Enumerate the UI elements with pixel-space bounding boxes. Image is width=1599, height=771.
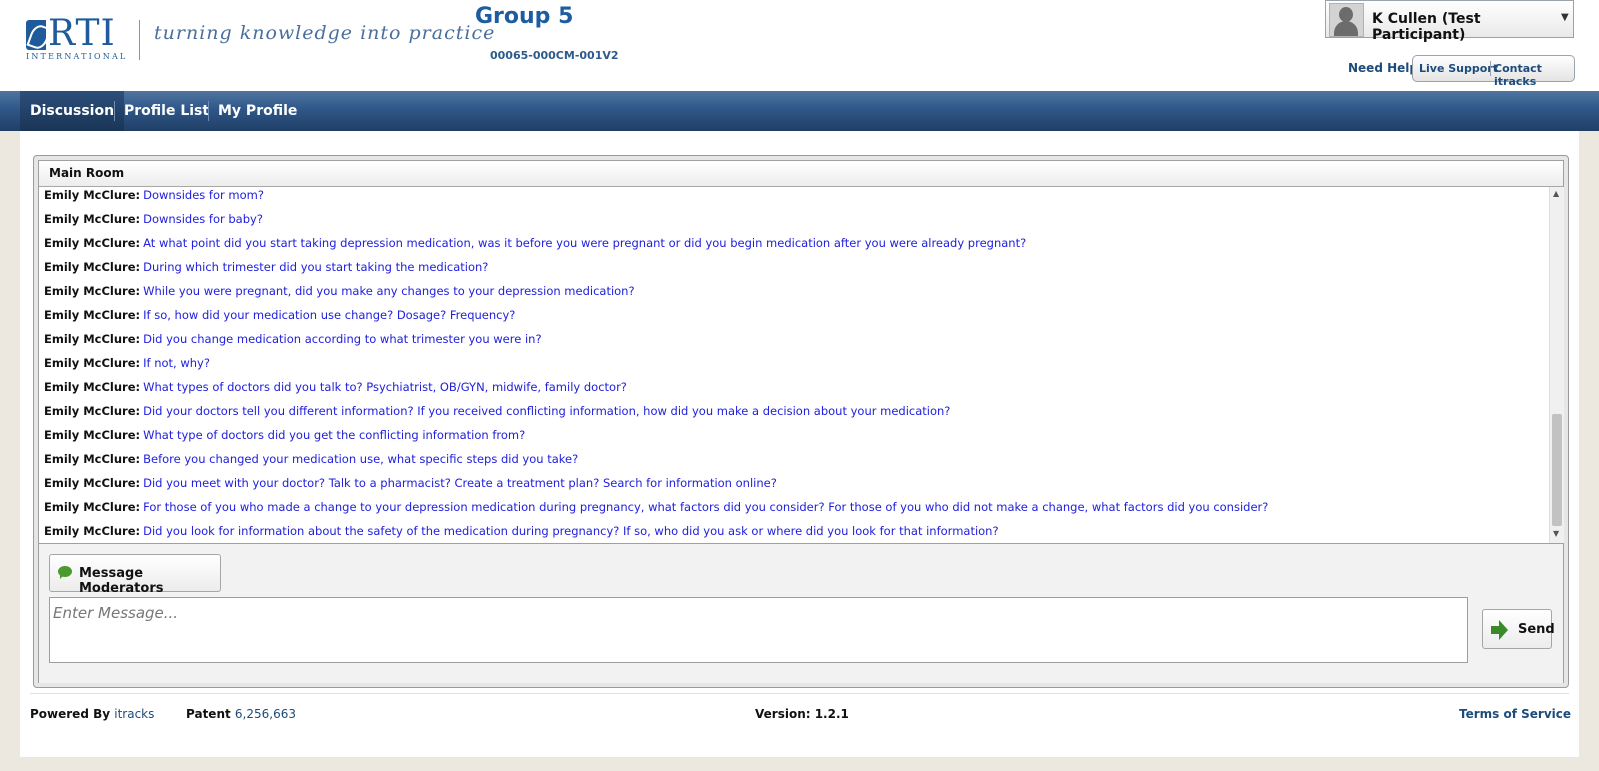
main-navigation: Discussion Profile List My Profile [0, 91, 1599, 131]
contact-itracks-link[interactable]: Contact itracks [1494, 62, 1574, 88]
message-author: Emily McClure: [44, 404, 141, 418]
message-author: Emily McClure: [44, 380, 141, 394]
message-row: Emily McClure: Downsides for baby? [44, 209, 263, 229]
main-content: Main Room Emily McClure: Downsides for mo… [20, 131, 1579, 757]
message-author: Emily McClure: [44, 308, 141, 322]
group-title: Group 5 [475, 4, 574, 29]
message-row: Emily McClure: For those of you who made … [44, 497, 1268, 517]
help-links: Live Support Contact itracks [1412, 55, 1575, 88]
scroll-down-arrow-icon[interactable]: ▼ [1553, 529, 1559, 538]
message-author: Emily McClure: [44, 452, 141, 466]
live-support-link[interactable]: Live Support [1419, 62, 1498, 75]
chat-room: Main Room Emily McClure: Downsides for mo… [38, 160, 1564, 683]
message-author: Emily McClure: [44, 356, 141, 370]
message-row: Emily McClure: Did your doctors tell you … [44, 401, 950, 421]
message-text: Before you changed your medication use, … [143, 452, 579, 466]
room-header: Main Room [39, 161, 1563, 187]
message-text: At what point did you start taking depre… [143, 236, 1027, 250]
patent-label: Patent [186, 707, 231, 721]
help-divider [1490, 61, 1491, 76]
message-author: Emily McClure: [44, 212, 141, 226]
message-text: During which trimester did you start tak… [143, 260, 489, 274]
message-text: What types of doctors did you talk to? P… [143, 380, 627, 394]
message-row: Emily McClure: Did you look for informati… [44, 521, 999, 541]
scroll-up-arrow-icon[interactable]: ▲ [1553, 189, 1559, 198]
patent: Patent 6,256,663 [186, 707, 296, 721]
logo-text: RTI [48, 13, 116, 54]
compose-area: Message Moderators Send [39, 543, 1563, 683]
message-row: Emily McClure: Before you changed your me… [44, 449, 578, 469]
user-menu-button[interactable]: K Cullen (Test Participant) ▼ [1325, 0, 1574, 43]
logo-subtext: INTERNATIONAL [26, 52, 128, 61]
rti-logo[interactable]: RTI INTERNATIONAL [26, 14, 128, 62]
message-author: Emily McClure: [44, 236, 141, 250]
message-row: Emily McClure: While you were pregnant, d… [44, 281, 635, 301]
message-row: Emily McClure: What types of doctors did … [44, 377, 627, 397]
message-author: Emily McClure: [44, 332, 141, 346]
powered-by-label: Powered By [30, 707, 111, 721]
powered-by: Powered By itracks [30, 707, 154, 721]
message-text: Did you look for information about the s… [143, 524, 999, 538]
chat-room-panel: Main Room Emily McClure: Downsides for mo… [33, 155, 1569, 688]
message-scrollbar[interactable]: ▲ ▼ [1549, 187, 1564, 543]
message-text: If not, why? [143, 356, 210, 370]
message-row: Emily McClure: If so, how did your medica… [44, 305, 515, 325]
rti-logo-mark-icon [26, 20, 46, 50]
message-author: Emily McClure: [44, 524, 141, 538]
message-author: Emily McClure: [44, 188, 141, 202]
terms-of-service-link[interactable]: Terms of Service [1459, 707, 1571, 721]
message-moderators-label: Message Moderators [79, 566, 164, 596]
message-text: For those of you who made a change to yo… [143, 500, 1269, 514]
user-avatar-icon [1329, 3, 1364, 37]
header: RTI INTERNATIONAL turning knowledge into… [0, 0, 1599, 91]
message-text: Did your doctors tell you different info… [143, 404, 951, 418]
message-text: If so, how did your medication use chang… [143, 308, 516, 322]
message-row: Emily McClure: Did you change medication … [44, 329, 542, 349]
send-label: Send [1518, 622, 1555, 637]
scroll-thumb[interactable] [1552, 414, 1562, 526]
message-row: Emily McClure: During which trimester did… [44, 257, 488, 277]
message-text: Did you change medication according to w… [143, 332, 542, 346]
message-author: Emily McClure: [44, 476, 141, 490]
message-text: Downsides for baby? [143, 212, 263, 226]
message-row: Emily McClure: At what point did you star… [44, 233, 1026, 253]
message-row: Emily McClure: What type of doctors did y… [44, 425, 525, 445]
message-input[interactable] [49, 597, 1468, 663]
message-text: Downsides for mom? [143, 188, 264, 202]
speech-bubble-icon [58, 566, 72, 579]
message-text: While you were pregnant, did you make an… [143, 284, 635, 298]
message-author: Emily McClure: [44, 260, 141, 274]
message-row: Emily McClure: If not, why? [44, 353, 210, 373]
tagline: turning knowledge into practice [154, 22, 496, 44]
group-code: 00065-000CM-001V2 [490, 49, 619, 62]
tab-discussion[interactable]: Discussion [20, 91, 125, 131]
message-text: Did you meet with your doctor? Talk to a… [143, 476, 777, 490]
patent-number-link[interactable]: 6,256,663 [235, 707, 296, 721]
message-row: Emily McClure: Downsides for mom? [44, 187, 264, 205]
message-row: Emily McClure: Did you meet with your doc… [44, 473, 777, 493]
logo-divider [139, 20, 140, 60]
room-title: Main Room [49, 166, 125, 180]
tab-profile-list[interactable]: Profile List [114, 91, 219, 131]
version-label: Version: 1.2.1 [755, 707, 849, 721]
arrow-right-icon [1491, 620, 1508, 640]
send-button[interactable]: Send [1482, 609, 1555, 649]
footer-divider [30, 693, 1569, 694]
message-author: Emily McClure: [44, 428, 141, 442]
itracks-link[interactable]: itracks [114, 707, 154, 721]
chevron-down-icon: ▼ [1561, 12, 1569, 23]
message-list: Emily McClure: Downsides for mom? Emily M… [39, 187, 1549, 543]
message-moderators-button[interactable]: Message Moderators [49, 554, 221, 596]
message-author: Emily McClure: [44, 500, 141, 514]
user-name: K Cullen (Test Participant) [1372, 11, 1481, 43]
message-text: What type of doctors did you get the con… [143, 428, 526, 442]
message-author: Emily McClure: [44, 284, 141, 298]
tab-my-profile[interactable]: My Profile [208, 91, 307, 131]
